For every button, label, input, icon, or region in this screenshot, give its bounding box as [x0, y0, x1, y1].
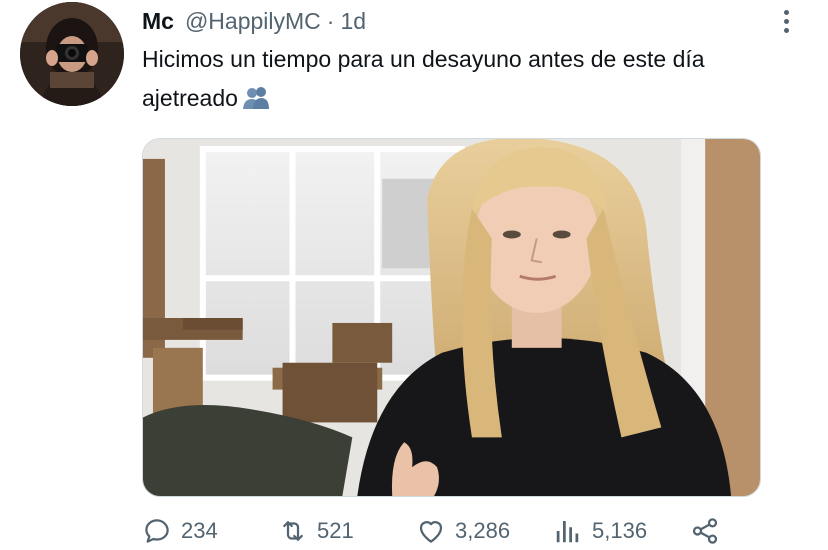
more-options-icon[interactable]: [776, 6, 796, 36]
tweet-body: Hicimos un tiempo para un desayuno antes…: [142, 46, 705, 111]
media-photo: [143, 139, 760, 496]
like-count: 3,286: [455, 518, 511, 543]
like-button[interactable]: 3,286: [416, 512, 510, 550]
tweet-actions: 234 521 3,286 5,136: [142, 512, 762, 550]
retweet-icon: [283, 521, 303, 541]
analytics-bars-icon: [556, 521, 579, 543]
people-silhouette-emoji-icon: [242, 83, 270, 122]
reply-icon: [145, 519, 169, 543]
reply-count: 234: [181, 518, 218, 543]
views-count: 5,136: [592, 518, 648, 543]
author-name[interactable]: Mc: [142, 8, 174, 35]
share-icon: [692, 518, 718, 544]
retweet-button[interactable]: 521: [278, 512, 354, 550]
avatar[interactable]: [20, 2, 124, 106]
retweet-count: 521: [317, 518, 354, 543]
avatar-photo: [20, 2, 124, 106]
views-button[interactable]: 5,136: [553, 512, 647, 550]
heart-icon: [419, 521, 443, 543]
author-handle[interactable]: @HappilyMC: [185, 8, 321, 35]
share-button[interactable]: [690, 512, 720, 550]
tweet-media-image[interactable]: [142, 138, 761, 497]
tweet-header: Mc @HappilyMC · 1d: [142, 6, 366, 36]
header-separator: ·: [326, 7, 335, 34]
tweet-timestamp[interactable]: 1d: [340, 8, 366, 35]
tweet-text: Hicimos un tiempo para un desayuno antes…: [142, 40, 802, 122]
reply-button[interactable]: 234: [142, 512, 218, 550]
